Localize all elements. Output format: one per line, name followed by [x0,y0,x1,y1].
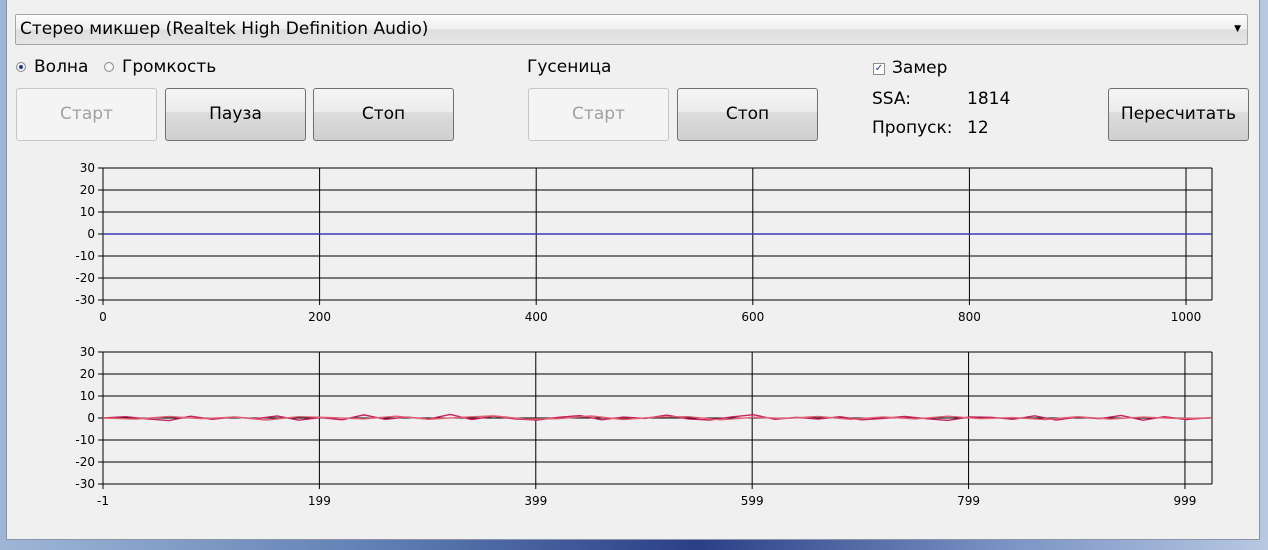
wave-chart: 30 20 10 0 -10 -20 -30 0 200 400 600 800 1000 [7,160,1261,330]
x-tick-label: 799 [957,494,980,508]
stop-button[interactable]: Стоп [313,88,454,141]
skip-value: 12 [967,118,989,138]
x-tick-label: 600 [741,310,764,324]
measure-checkbox[interactable]: ✓ [873,63,885,75]
x-tick-label: 800 [958,310,981,324]
app-window: Стерео микшер (Realtek High Definition A… [6,0,1260,540]
y-tick-label: 0 [87,227,95,241]
chevron-down-icon[interactable]: ▼ [1234,15,1241,44]
ssa-value: 1814 [967,89,1011,109]
device-select-value: Стерео микшер (Realtek High Definition A… [20,19,429,39]
caterpillar-chart: 30 20 10 0 -10 -20 -30 -1 199 399 599 799 999 [7,344,1261,514]
measure-checkbox-label[interactable]: Замер [892,58,947,78]
wave-chart-svg: 30 20 10 0 -10 -20 -30 0 200 400 600 800 1000 [75,161,1213,324]
ssa-label: SSA: [872,89,911,109]
caterpillar-start-button[interactable]: Старт [528,88,669,141]
y-tick-label: 0 [87,411,95,425]
y-tick-label: 10 [80,205,95,219]
caterpillar-chart-svg: 30 20 10 0 -10 -20 -30-1 199 399 599 799 999 [75,345,1213,508]
y-tick-label: 30 [80,345,95,359]
y-tick-label: -20 [75,271,95,285]
skip-label: Пропуск: [872,118,953,138]
x-tick-label: 1000 [1171,310,1202,324]
x-tick-label: 599 [741,494,764,508]
radio-volume-label[interactable]: Громкость [122,57,216,77]
x-tick-label: 999 [1173,494,1196,508]
y-tick-label: -30 [75,293,95,307]
recalculate-button[interactable]: Пересчитать [1108,88,1249,141]
y-tick-label: -10 [75,249,95,263]
y-tick-label: -10 [75,433,95,447]
y-tick-label: 20 [80,183,95,197]
x-tick-label: 400 [525,310,548,324]
start-button[interactable]: Старт [16,88,157,141]
x-tick-label: 200 [308,310,331,324]
x-tick-label: -1 [97,494,109,508]
pause-button[interactable]: Пауза [165,88,306,141]
radio-volume[interactable] [104,62,114,72]
audio-device-select[interactable]: Стерео микшер (Realtek High Definition A… [15,14,1248,45]
y-tick-label: -20 [75,455,95,469]
y-tick-label: -30 [75,477,95,491]
radio-wave[interactable] [16,62,26,72]
y-tick-label: 30 [80,161,95,175]
x-tick-label: 199 [308,494,331,508]
caterpillar-title: Гусеница [527,57,612,77]
radio-wave-label[interactable]: Волна [34,57,88,77]
x-tick-label: 0 [99,310,107,324]
y-tick-label: 20 [80,367,95,381]
y-tick-label: 10 [80,389,95,403]
x-tick-label: 399 [524,494,547,508]
caterpillar-stop-button[interactable]: Стоп [677,88,818,141]
